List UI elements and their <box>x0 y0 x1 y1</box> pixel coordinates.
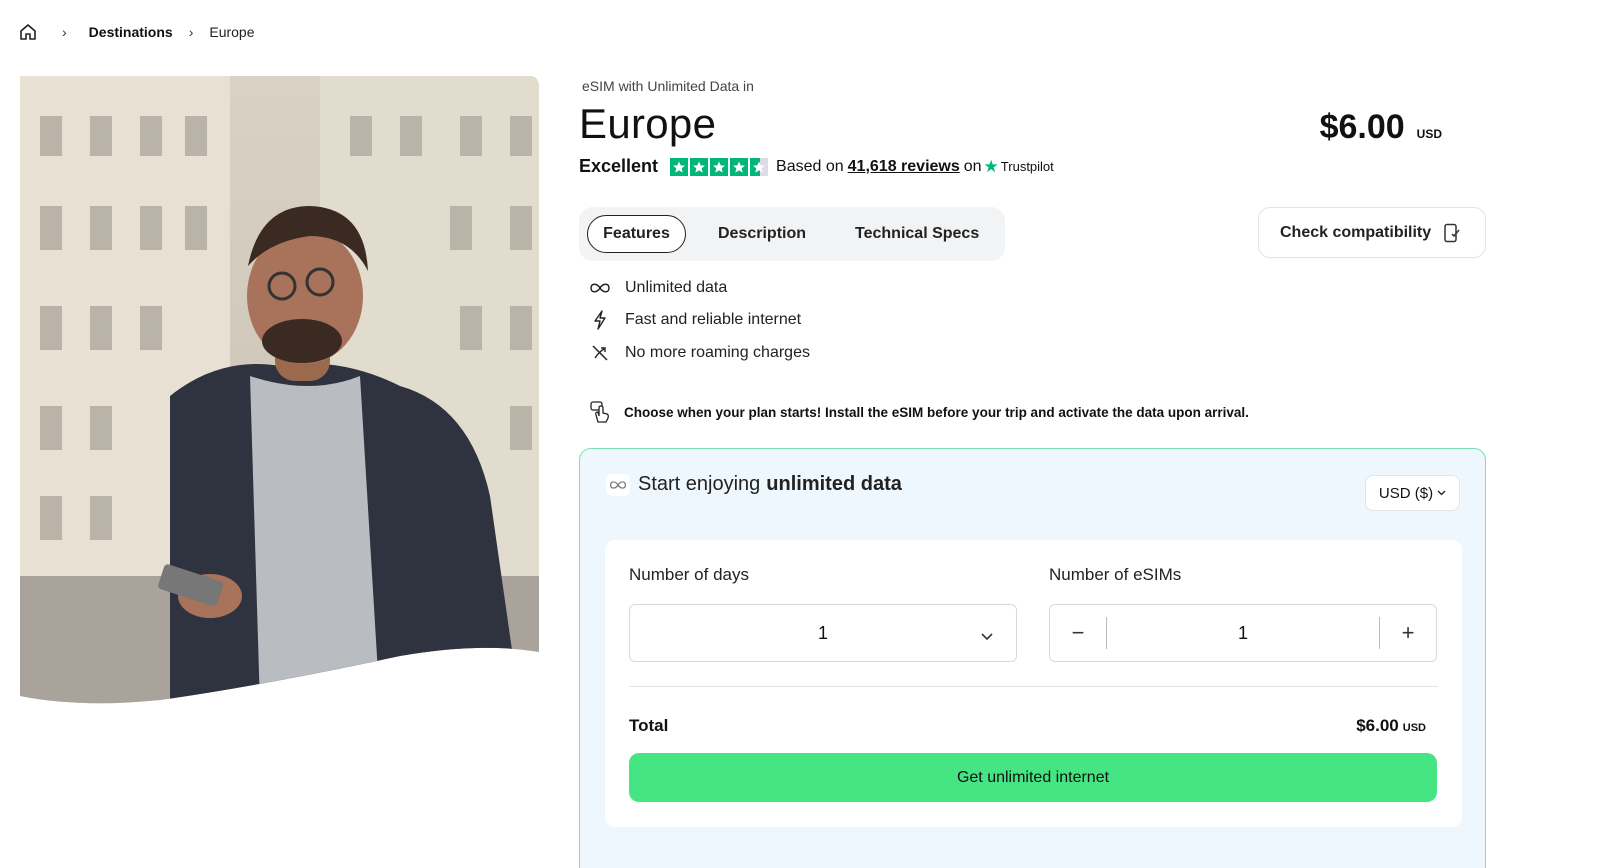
phone-check-icon <box>1443 223 1461 243</box>
feature-text: No more roaming charges <box>625 344 810 361</box>
home-icon[interactable] <box>18 22 38 42</box>
tap-icon <box>589 400 611 424</box>
esims-value[interactable]: 1 <box>1107 623 1379 644</box>
decrement-button[interactable]: − <box>1050 605 1106 661</box>
page-title: Europe <box>579 100 717 147</box>
panel-heading: Start enjoying unlimited data <box>606 473 902 496</box>
purchase-panel: Start enjoying unlimited data USD ($) Nu… <box>579 448 1486 868</box>
divider <box>629 686 1438 687</box>
check-compatibility-label: Check compatibility <box>1280 223 1432 241</box>
feature-text: Unlimited data <box>625 279 728 296</box>
hero-image <box>20 76 539 706</box>
rating-on: on <box>963 157 982 175</box>
reviews-link[interactable]: 41,618 reviews <box>848 158 960 176</box>
get-unlimited-internet-button[interactable]: Get unlimited internet <box>629 753 1437 802</box>
feature-text: Fast and reliable internet <box>625 311 802 328</box>
activation-notice: Choose when your plan starts! Install th… <box>589 400 1249 424</box>
star-icon <box>670 157 689 176</box>
days-select[interactable]: 1 <box>629 604 1017 662</box>
feature-item: Fast and reliable internet <box>589 310 801 330</box>
rating-based-on: Based on <box>776 157 844 175</box>
total-currency: USD <box>1402 722 1426 734</box>
infinity-icon <box>589 278 611 298</box>
days-value: 1 <box>817 622 828 643</box>
product-price: $6.00 USD <box>1320 108 1442 147</box>
star-icon <box>690 157 709 176</box>
lightning-icon <box>589 310 611 330</box>
total-label: Total <box>629 716 669 735</box>
notice-text: Choose when your plan starts! Install th… <box>624 404 1249 420</box>
currency-select[interactable]: USD ($) <box>1365 475 1460 511</box>
price-currency: USD <box>1416 127 1442 141</box>
total-value: $6.00 USD <box>1356 716 1426 736</box>
order-card: Number of days Number of eSIMs 1 − 1 + T… <box>605 540 1462 827</box>
check-compatibility-button[interactable]: Check compatibility <box>1258 207 1486 258</box>
breadcrumb-destinations[interactable]: Destinations <box>89 24 173 40</box>
tab-technical-specs[interactable]: Technical Specs <box>855 215 979 253</box>
tab-description[interactable]: Description <box>718 215 806 253</box>
days-label: Number of days <box>629 565 749 584</box>
total-amount: $6.00 <box>1356 716 1399 735</box>
esims-label: Number of eSIMs <box>1049 565 1182 584</box>
feature-item: No more roaming charges <box>589 343 810 363</box>
chevron-down-icon <box>980 625 994 646</box>
currency-value: USD ($) <box>1378 484 1434 502</box>
breadcrumb-separator: › <box>188 24 194 40</box>
rating-stars <box>670 157 769 176</box>
chevron-down-icon <box>1437 488 1446 499</box>
price-amount: $6.00 <box>1319 108 1405 146</box>
trustpilot-star-icon: ★ <box>983 156 999 176</box>
breadcrumb-current: Europe <box>209 24 255 40</box>
feature-item: Unlimited data <box>589 278 727 298</box>
panel-heading-bold: unlimited data <box>766 473 902 495</box>
esims-stepper: − 1 + <box>1049 604 1437 662</box>
panel-heading-prefix: Start enjoying <box>638 473 761 495</box>
product-eyebrow: eSIM with Unlimited Data in <box>582 78 754 94</box>
half-star-icon <box>750 157 769 176</box>
trustpilot-logo: ★ Trustpilot <box>984 157 1054 177</box>
no-roaming-icon <box>589 343 611 363</box>
star-icon <box>730 157 749 176</box>
star-icon <box>710 157 729 176</box>
trustpilot-name: Trustpilot <box>1000 159 1054 174</box>
tab-features[interactable]: Features <box>587 215 686 253</box>
breadcrumb-separator: › <box>62 24 67 40</box>
trustpilot-rating: Excellent Based on 41,618 reviews on ★ T… <box>579 156 1054 177</box>
increment-button[interactable]: + <box>1380 605 1436 661</box>
rating-label: Excellent <box>579 156 659 176</box>
infinity-icon <box>606 473 630 496</box>
product-tabs: Features Description Technical Specs <box>579 207 1005 261</box>
breadcrumb: › Destinations › Europe <box>18 20 255 44</box>
